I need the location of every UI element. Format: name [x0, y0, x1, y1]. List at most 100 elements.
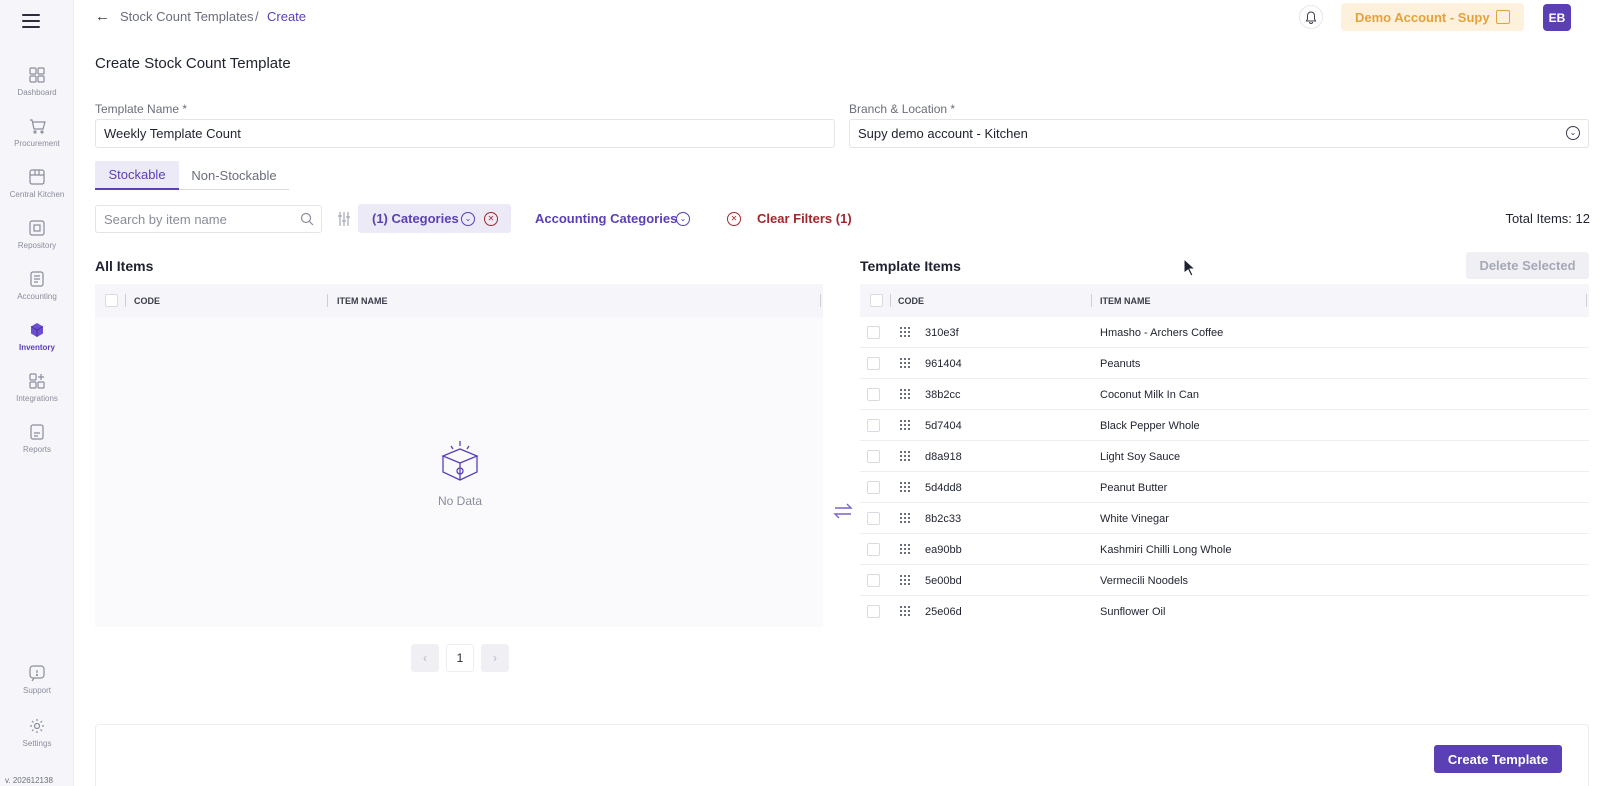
- sidebar-item-label: Accounting: [17, 292, 57, 301]
- template-name-label: Template Name *: [95, 102, 188, 116]
- table-row[interactable]: 5d4dd8 Peanut Butter: [860, 472, 1589, 503]
- sidebar-item-accounting[interactable]: Accounting: [0, 270, 74, 301]
- drag-handle-icon[interactable]: [900, 451, 912, 461]
- breadcrumb-parent[interactable]: Stock Count Templates: [120, 9, 253, 24]
- back-arrow-icon[interactable]: ←: [95, 8, 110, 25]
- table-row[interactable]: 25e06d Sunflower Oil: [860, 596, 1589, 627]
- table-row[interactable]: 38b2cc Coconut Milk In Can: [860, 379, 1589, 410]
- total-items-count: Total Items: 12: [1505, 211, 1590, 226]
- drag-handle-icon[interactable]: [900, 327, 912, 337]
- delete-selected-button[interactable]: Delete Selected: [1466, 252, 1589, 279]
- column-header-code[interactable]: CODE: [898, 296, 924, 306]
- row-checkbox[interactable]: [867, 512, 880, 525]
- template-items-table-header: CODE ITEM NAME: [860, 284, 1589, 317]
- breadcrumb-current: Create: [267, 9, 307, 24]
- drag-handle-icon[interactable]: [900, 513, 912, 523]
- row-item-name: White Vinegar: [1100, 513, 1169, 525]
- avatar[interactable]: EB: [1543, 4, 1571, 31]
- row-code: 5e00bd: [925, 575, 962, 587]
- row-checkbox[interactable]: [867, 357, 880, 370]
- table-row[interactable]: 5e00bd Vermecili Noodels: [860, 565, 1589, 596]
- clear-filters-icon[interactable]: ✕: [727, 212, 741, 226]
- select-all-checkbox[interactable]: [870, 294, 883, 307]
- chevron-down-icon: ⌄: [1566, 126, 1580, 140]
- hamburger-menu-icon[interactable]: [22, 14, 40, 28]
- row-item-name: Coconut Milk In Can: [1100, 389, 1200, 401]
- notification-bell-button[interactable]: [1299, 5, 1323, 29]
- sidebar-item-dashboard[interactable]: Dashboard: [0, 66, 74, 97]
- sidebar-item-label: Procurement: [14, 139, 60, 148]
- row-checkbox[interactable]: [867, 574, 880, 587]
- row-checkbox[interactable]: [867, 481, 880, 494]
- row-item-name: Light Soy Sauce: [1100, 451, 1181, 463]
- chevron-down-icon[interactable]: ⌄: [461, 212, 475, 226]
- drag-handle-icon[interactable]: [900, 420, 912, 430]
- branch-location-select[interactable]: Supy demo account - Kitchen ⌄: [849, 119, 1589, 148]
- pagination-current-page[interactable]: 1: [446, 644, 474, 672]
- drag-handle-icon[interactable]: [900, 389, 912, 399]
- row-code: 5d4dd8: [925, 482, 962, 494]
- page-title: Create Stock Count Template: [95, 55, 291, 72]
- row-code: 961404: [925, 358, 962, 370]
- row-checkbox[interactable]: [867, 605, 880, 618]
- table-row[interactable]: 5d7404 Black Pepper Whole: [860, 410, 1589, 441]
- sidebar-item-integrations[interactable]: Integrations: [0, 372, 74, 403]
- sidebar-item-inventory[interactable]: Inventory: [0, 321, 74, 352]
- column-header-code[interactable]: CODE: [134, 296, 160, 306]
- close-icon[interactable]: ✕: [484, 212, 498, 226]
- row-code: 5d7404: [925, 420, 962, 432]
- sidebar-item-settings[interactable]: Settings: [0, 717, 74, 748]
- pagination-next-button[interactable]: ›: [481, 644, 509, 672]
- filter-sliders-icon[interactable]: [337, 211, 351, 227]
- create-template-button[interactable]: Create Template: [1434, 745, 1562, 773]
- select-all-checkbox[interactable]: [105, 294, 118, 307]
- column-header-item-name[interactable]: ITEM NAME: [1100, 296, 1151, 306]
- column-header-item-name[interactable]: ITEM NAME: [337, 296, 388, 306]
- sidebar-item-central-kitchen[interactable]: Central Kitchen: [0, 168, 74, 199]
- row-code: 38b2cc: [925, 389, 961, 401]
- column-divider: [820, 294, 821, 307]
- drag-handle-icon[interactable]: [900, 544, 912, 554]
- row-checkbox[interactable]: [867, 419, 880, 432]
- table-row[interactable]: d8a918 Light Soy Sauce: [860, 441, 1589, 472]
- tab-non-stockable[interactable]: Non-Stockable: [179, 161, 289, 190]
- search-input[interactable]: [95, 205, 322, 233]
- sidebar-item-label: Settings: [22, 739, 52, 748]
- template-items-title: Template Items: [860, 258, 961, 274]
- empty-box-icon: [441, 441, 479, 481]
- sidebar-item-reports[interactable]: Reports: [0, 423, 74, 454]
- table-row[interactable]: ea90bb Kashmiri Chilli Long Whole: [860, 534, 1589, 565]
- dashboard-icon: [29, 67, 45, 83]
- repository-icon: [29, 220, 45, 236]
- transfer-arrows-icon[interactable]: [833, 502, 853, 520]
- footer-action-bar: [95, 724, 1589, 786]
- pagination-prev-button[interactable]: ‹: [411, 644, 439, 672]
- sidebar-item-repository[interactable]: Repository: [0, 219, 74, 250]
- drag-handle-icon[interactable]: [900, 575, 912, 585]
- sidebar-item-label: Central Kitchen: [9, 190, 65, 199]
- column-divider: [890, 294, 891, 307]
- row-checkbox[interactable]: [867, 450, 880, 463]
- table-row[interactable]: 310e3f Hmasho - Archers Coffee: [860, 317, 1589, 348]
- tab-stockable[interactable]: Stockable: [95, 161, 179, 190]
- chevron-down-icon[interactable]: ⌄: [676, 212, 690, 226]
- accounting-categories-filter[interactable]: Accounting Categories: [535, 211, 677, 226]
- row-checkbox[interactable]: [867, 543, 880, 556]
- sidebar-item-support[interactable]: Support: [0, 664, 74, 695]
- accounting-icon: [30, 271, 44, 287]
- kitchen-icon: [29, 169, 45, 185]
- search-icon: [300, 212, 314, 226]
- row-checkbox[interactable]: [867, 388, 880, 401]
- switch-account-icon: [1496, 10, 1510, 24]
- drag-handle-icon[interactable]: [900, 606, 912, 616]
- drag-handle-icon[interactable]: [900, 358, 912, 368]
- table-row[interactable]: 961404 Peanuts: [860, 348, 1589, 379]
- row-checkbox[interactable]: [867, 326, 880, 339]
- clear-filters-button[interactable]: Clear Filters (1): [757, 211, 852, 226]
- drag-handle-icon[interactable]: [900, 482, 912, 492]
- column-divider: [125, 294, 126, 307]
- table-row[interactable]: 8b2c33 White Vinegar: [860, 503, 1589, 534]
- account-switcher[interactable]: Demo Account - Supy: [1341, 3, 1524, 31]
- template-name-input[interactable]: [95, 119, 835, 148]
- sidebar-item-procurement[interactable]: Procurement: [0, 117, 74, 148]
